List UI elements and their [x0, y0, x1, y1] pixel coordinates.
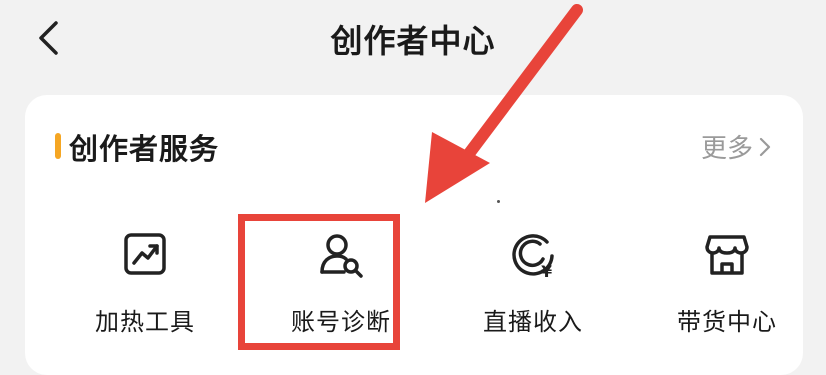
live-income-icon: ¥ — [509, 230, 557, 281]
more-label: 更多 — [700, 134, 753, 164]
tool-live-income[interactable]: ¥ 直播收入 — [458, 230, 608, 350]
decorative-dot — [497, 200, 500, 203]
page-title: 创作者中心 — [330, 22, 496, 60]
creator-services-card: 创作者服务 更多 加热工具 账号诊断 ¥ 直播收入 带货中心 — [25, 95, 803, 375]
chevron-right-icon — [759, 137, 771, 157]
tool-label: 带货中心 — [677, 308, 777, 336]
tool-commerce-center[interactable]: 带货中心 — [652, 230, 802, 350]
top-bar: 创作者中心 — [0, 0, 826, 85]
trending-chart-icon — [121, 230, 169, 278]
tool-label: 账号诊断 — [291, 308, 391, 336]
section-accent-bar — [55, 133, 61, 159]
tool-label: 加热工具 — [95, 308, 195, 336]
section-title: 创作者服务 — [69, 132, 220, 166]
user-search-icon — [317, 230, 365, 278]
tool-label: 直播收入 — [483, 308, 583, 336]
more-link[interactable]: 更多 — [701, 128, 771, 165]
svg-text:¥: ¥ — [541, 262, 552, 278]
storefront-icon — [703, 230, 751, 278]
tool-account-diagnosis[interactable]: 账号诊断 — [266, 230, 416, 350]
tool-heating[interactable]: 加热工具 — [70, 230, 220, 350]
section-header: 创作者服务 更多 — [25, 95, 803, 195]
